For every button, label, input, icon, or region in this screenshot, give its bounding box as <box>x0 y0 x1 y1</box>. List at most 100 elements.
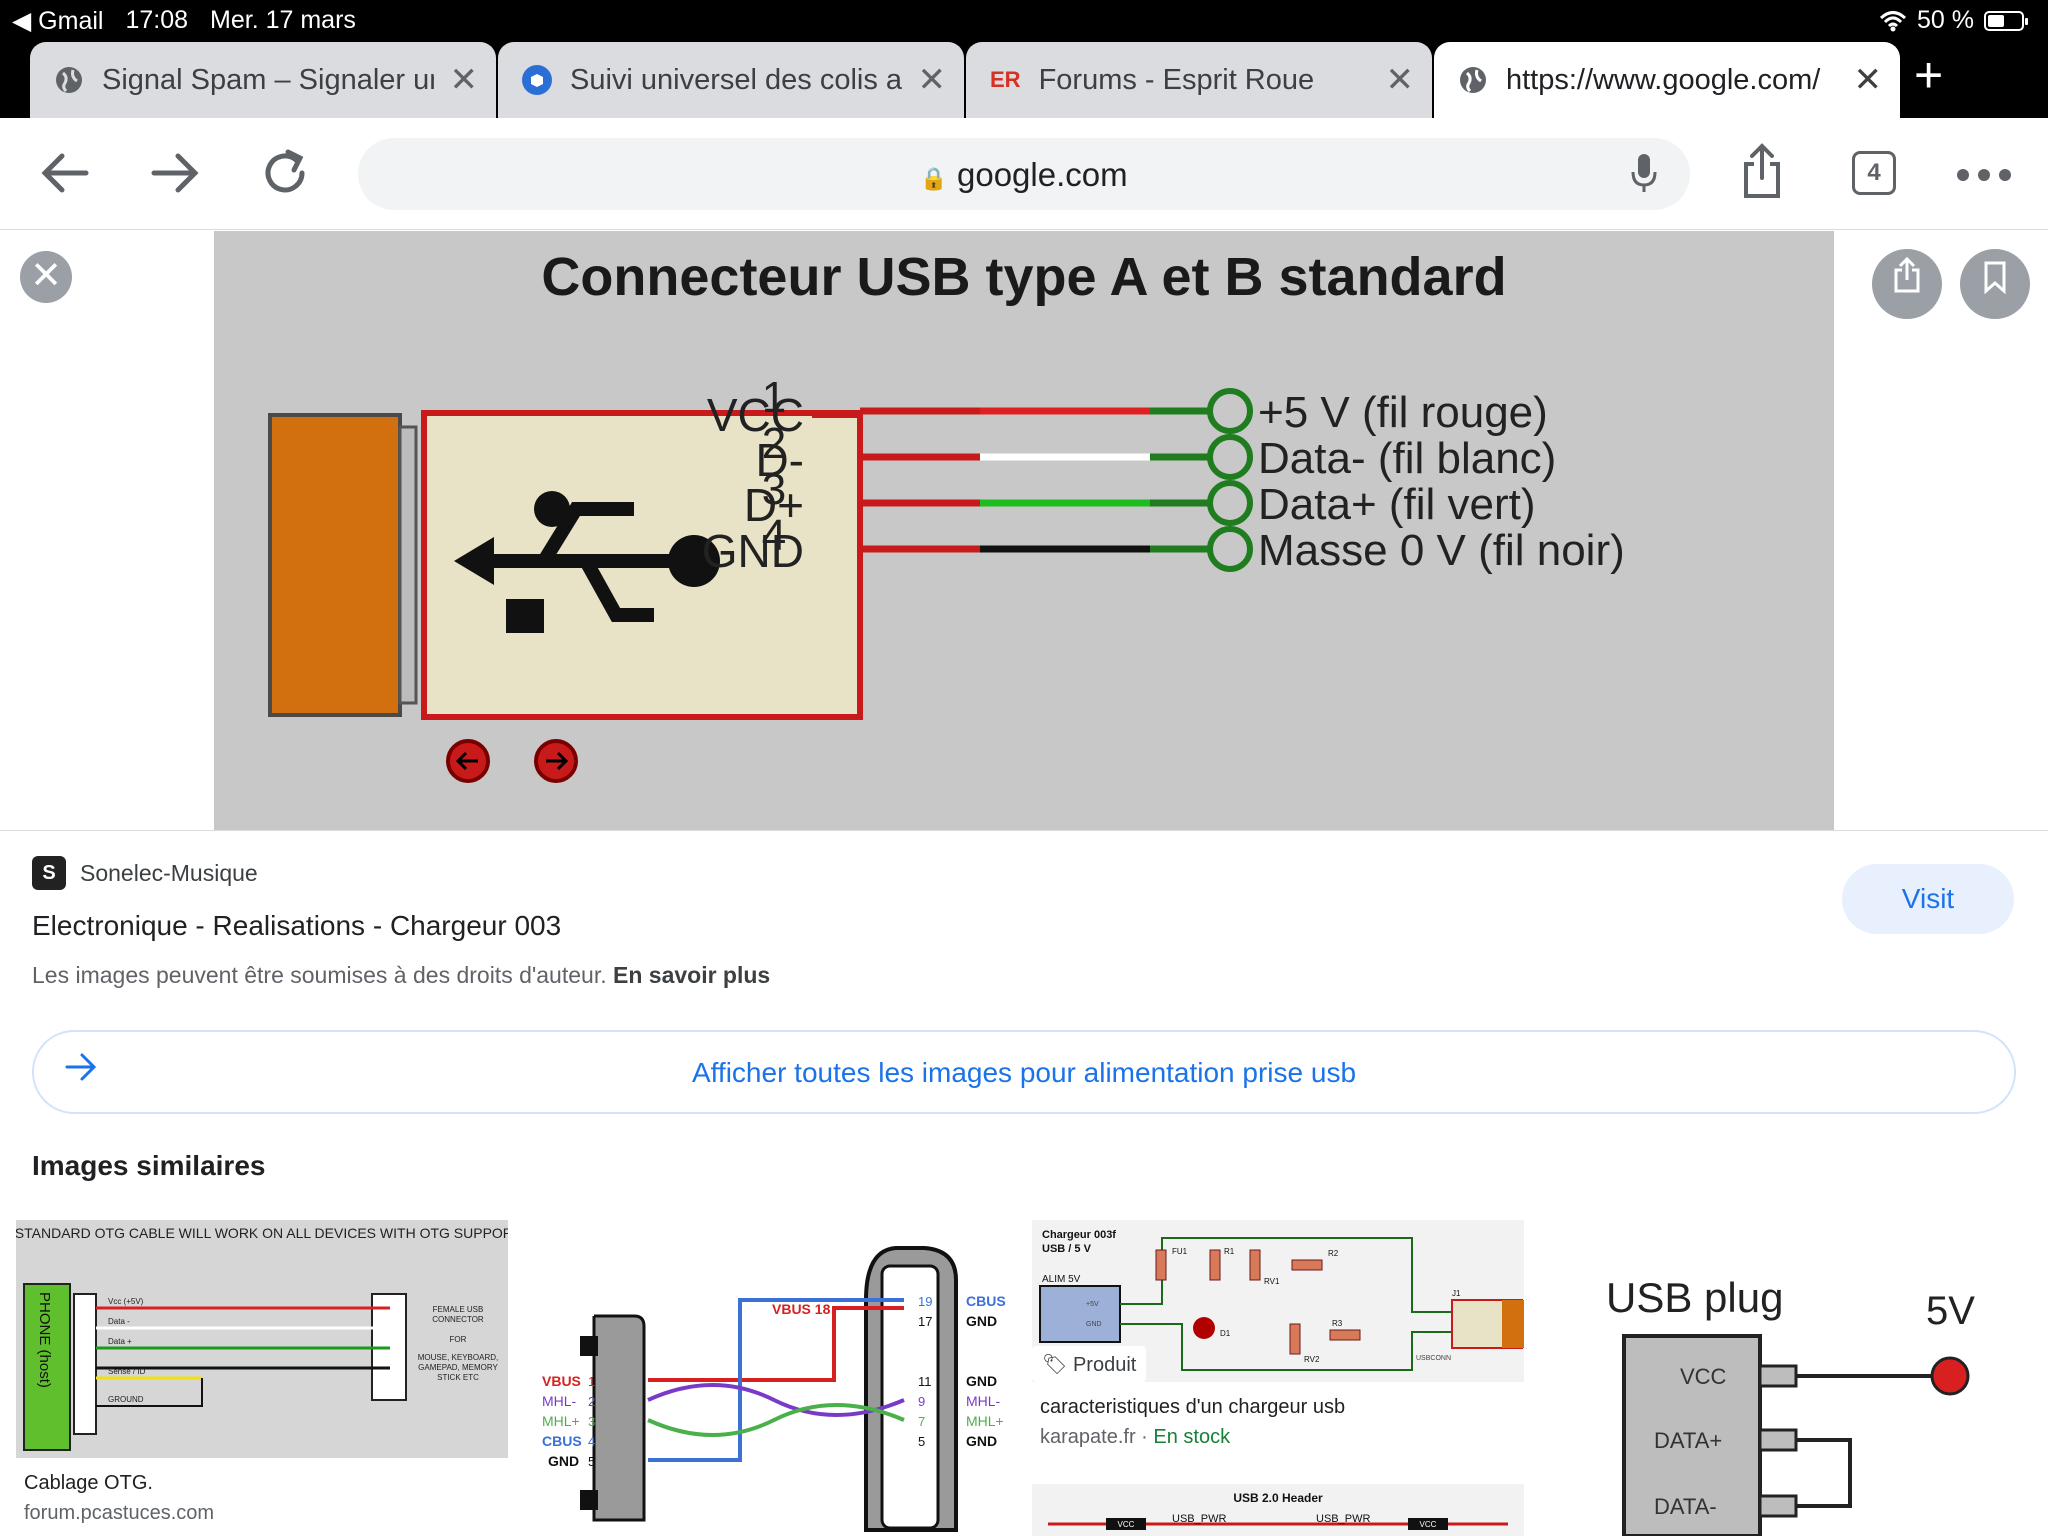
show-all-images-label: Afficher toutes les images pour alimenta… <box>691 1057 1357 1088</box>
right-pin-number: 19 <box>918 1294 932 1309</box>
tab-suivi-colis[interactable]: Suivi universel des colis a ✕ <box>498 42 964 118</box>
similar-caption[interactable]: Cablage OTG. <box>24 1472 153 1495</box>
forward-arrow-icon[interactable] <box>148 146 202 200</box>
microphone-icon[interactable] <box>1630 152 1658 194</box>
similar-image-2[interactable]: VBUS 18 VBUS MHL- MHL+ CBUS GND 1 2 3 4 … <box>524 1220 1016 1536</box>
back-arrow-icon[interactable] <box>38 146 92 200</box>
close-tab-icon[interactable]: ✕ <box>1854 60 1883 100</box>
reload-icon[interactable] <box>258 146 312 200</box>
tag-icon: 🏷 <box>1042 1354 1068 1376</box>
tab-signal-spam[interactable]: Signal Spam – Signaler un ✕ <box>30 42 496 118</box>
right-pin-number: 17 <box>918 1314 932 1329</box>
tab-esprit-roue[interactable]: ER Forums - Esprit Roue ✕ <box>966 42 1432 118</box>
new-tab-icon[interactable]: + <box>1914 46 1943 104</box>
copyright-notice: Les images peuvent être soumises à des d… <box>32 962 770 989</box>
left-pin-number: 4 <box>588 1434 595 1449</box>
wire-label: +5 V (fil rouge) <box>1258 388 1548 437</box>
share-image-button[interactable] <box>1872 249 1942 319</box>
right-pin-label: GND <box>966 1373 997 1389</box>
stock-status: En stock <box>1153 1426 1231 1448</box>
similar-source: forum.pcastuces.com <box>24 1502 215 1524</box>
charger-header: USB / 5 V <box>1042 1243 1092 1255</box>
left-pin-number: 3 <box>588 1414 595 1429</box>
save-image-button[interactable] <box>1960 249 2030 319</box>
otg-pin: Data + <box>108 1337 132 1346</box>
address-bar[interactable]: 🔒 google.com <box>358 138 1690 210</box>
charger-label: +5V <box>1086 1301 1099 1308</box>
globe-icon <box>1458 65 1488 95</box>
charger-label: USBCONN <box>1416 1355 1451 1362</box>
similar-image-1[interactable]: STANDARD OTG CABLE WILL WORK ON ALL DEVI… <box>16 1220 508 1458</box>
share-icon <box>1894 256 1920 293</box>
pin-number: 2 <box>762 419 786 468</box>
close-tab-icon[interactable]: ✕ <box>1386 60 1415 100</box>
sonelec-logo: S <box>32 856 66 890</box>
otg-pin: Vcc (+5V) <box>108 1297 144 1306</box>
charger-label: GND <box>1086 1321 1102 1328</box>
product-badge: 🏷 Produit <box>1032 1346 1147 1382</box>
close-viewer-icon[interactable]: ✕ <box>20 251 72 303</box>
visit-button[interactable]: Visit <box>1842 864 2014 934</box>
usb-header-title: USB 2.0 Header <box>1233 1491 1323 1505</box>
usb-connector-diagram: Connecteur USB type A et B standard VCC … <box>268 247 1625 783</box>
usb-header-label: VCC <box>1118 1520 1135 1529</box>
close-tab-icon[interactable]: ✕ <box>450 60 479 100</box>
product-badge-label: Produit <box>1072 1354 1137 1376</box>
url-text: google.com <box>956 156 1128 193</box>
learn-more-link[interactable]: En savoir plus <box>613 962 770 988</box>
similar-image-5[interactable]: USB 2.0 Header VCC USB_PWR USB_PWR VCC <box>1032 1484 1524 1536</box>
usb-plug-pin: DATA- <box>1654 1494 1717 1519</box>
more-options-icon[interactable] <box>1956 168 2012 182</box>
similar-caption[interactable]: caracteristiques d'un chargeur usb <box>1040 1396 1345 1419</box>
battery-percent: 50 % <box>1917 6 1974 34</box>
connector-plug <box>268 413 402 717</box>
right-pin-number: 11 <box>918 1374 932 1389</box>
charger-label: RV2 <box>1304 1355 1320 1364</box>
terminal-4 <box>1207 526 1253 572</box>
left-pin-number: 1 <box>588 1374 595 1389</box>
battery-icon <box>1984 10 2028 31</box>
tab-title: Signal Spam – Signaler un <box>102 63 434 96</box>
tab-google[interactable]: https://www.google.com/ ✕ <box>1434 42 1900 118</box>
pin-number: 3 <box>762 465 786 514</box>
svg-text:STANDARD OTG CABLE WILL WORK O: STANDARD OTG CABLE WILL WORK ON ALL DEVI… <box>16 1225 508 1241</box>
left-pin-number: 2 <box>588 1394 595 1409</box>
left-pin-label: GND <box>548 1453 579 1469</box>
terminal-1 <box>1207 388 1253 434</box>
left-pin-label: MHL+ <box>542 1413 580 1429</box>
image-source[interactable]: S Sonelec-Musique <box>32 856 258 890</box>
back-to-app-link[interactable]: ◀ Gmail <box>12 6 103 36</box>
usb-header-label: USB_PWR <box>1172 1513 1226 1525</box>
terminal-3 <box>1207 480 1253 526</box>
right-pin-label: GND <box>966 1313 997 1329</box>
otg-right-text: FOR <box>450 1335 467 1344</box>
right-pin-label: MHL- <box>966 1393 1001 1409</box>
main-image[interactable]: Connecteur USB type A et B standard VCC … <box>214 231 1834 830</box>
tab-switcher-button[interactable]: 4 <box>1852 151 1896 195</box>
otg-side-label: PHONE (host) <box>36 1292 53 1388</box>
status-date: Mer. 17 mars <box>210 6 356 34</box>
pin-number: 1 <box>762 373 786 422</box>
similar-image-4[interactable]: USB plug 5V VCC DATA+ DATA- <box>1540 1220 2032 1536</box>
otg-right-text: CONNECTOR <box>432 1315 484 1324</box>
status-bar: ◀ Gmail 17:08 Mer. 17 mars 50 % <box>0 0 2048 40</box>
page-title-link[interactable]: Electronique - Realisations - Chargeur 0… <box>32 910 561 942</box>
usb-plug-voltage: 5V <box>1926 1289 1975 1333</box>
lock-icon: 🔒 <box>920 166 948 191</box>
otg-header: STANDARD OTG CABLE WILL WORK ON ALL DEVI… <box>16 1225 508 1241</box>
left-pin-label: VBUS <box>542 1373 581 1389</box>
browser-toolbar: 🔒 google.com 4 <box>0 118 2048 230</box>
otg-pin: Data - <box>108 1317 130 1326</box>
usb-header-label: USB_PWR <box>1316 1513 1370 1525</box>
tab-title: Suivi universel des colis a <box>570 63 902 96</box>
charger-label: R3 <box>1332 1319 1343 1328</box>
share-icon[interactable] <box>1740 142 1784 200</box>
show-all-images-button[interactable]: Afficher toutes les images pour alimenta… <box>32 1030 2016 1114</box>
esprit-roue-logo: ER <box>990 67 1021 92</box>
charger-label: J1 <box>1452 1289 1461 1298</box>
right-pin-label: MHL+ <box>966 1413 1004 1429</box>
right-pin-number: 7 <box>918 1414 925 1429</box>
right-pin-number: 5 <box>918 1434 925 1449</box>
otg-right-text: FEMALE USB <box>433 1305 484 1314</box>
close-tab-icon[interactable]: ✕ <box>918 60 947 100</box>
